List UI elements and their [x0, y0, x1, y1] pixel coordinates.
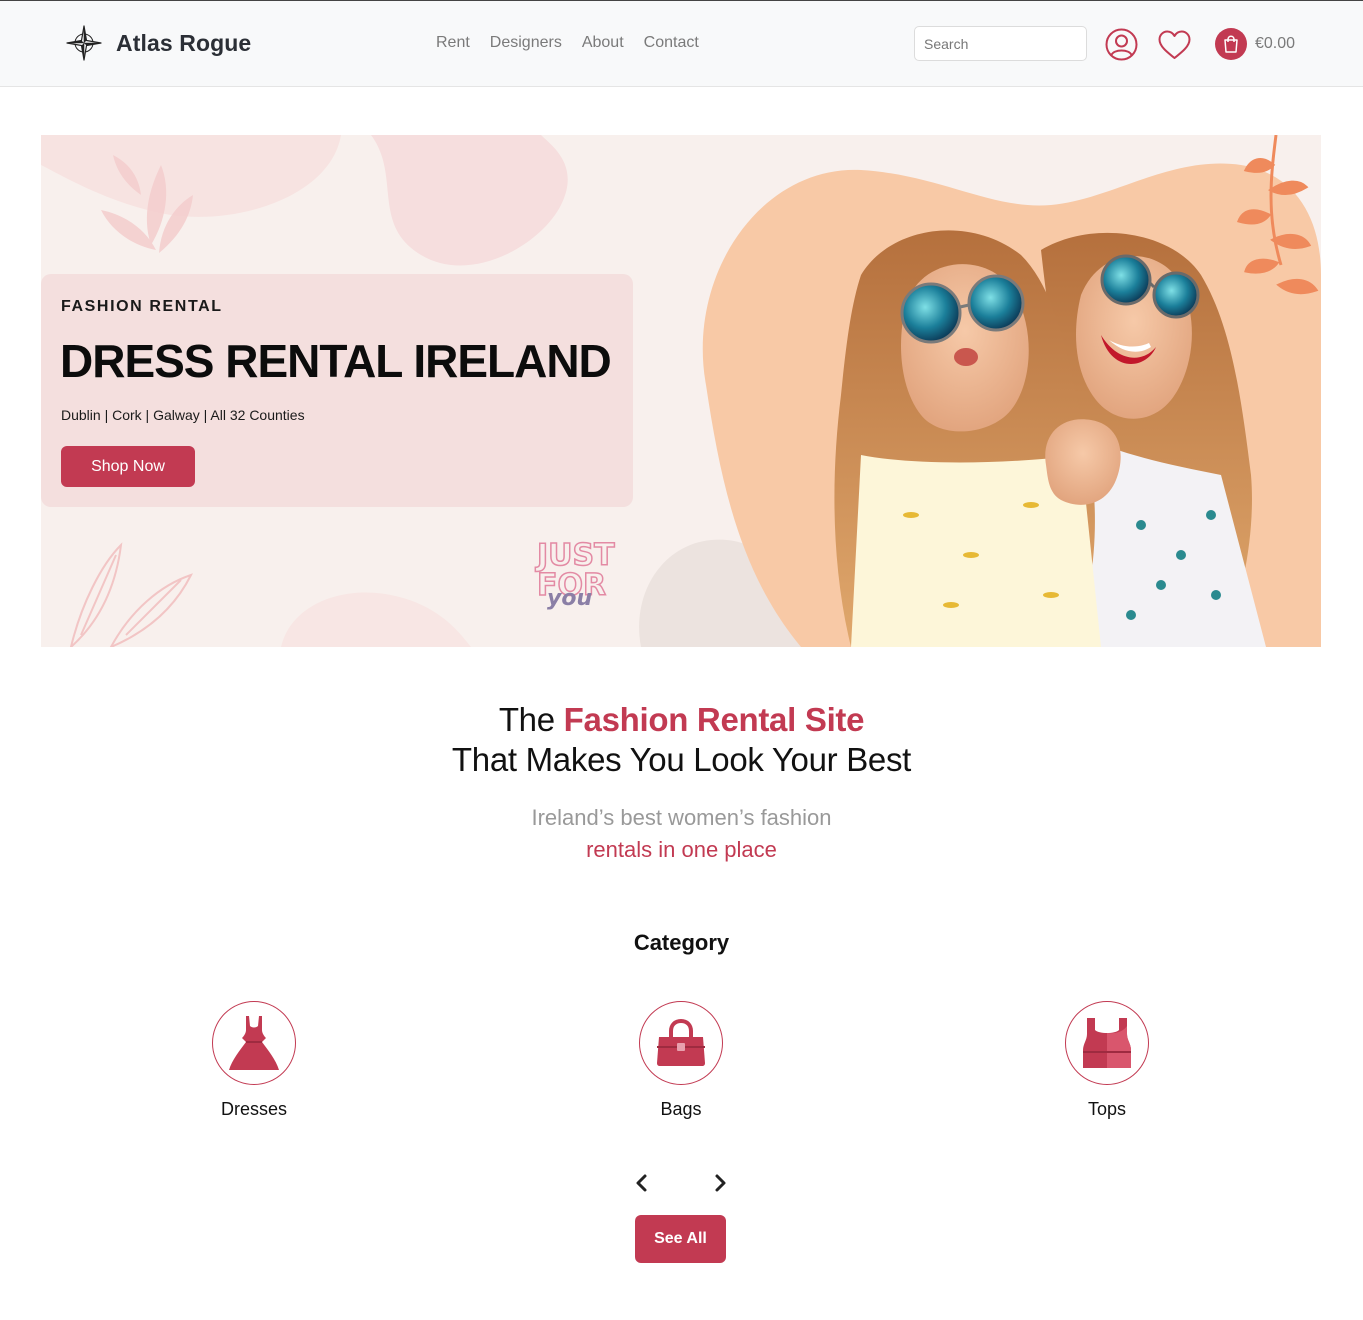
see-all-button[interactable]: See All: [635, 1215, 726, 1263]
tagline-heading: The Fashion Rental Site: [0, 700, 1363, 740]
chevron-left-icon[interactable]: [632, 1172, 652, 1194]
hero-banner: JUST FOR you FASHION RENTAL DRESS RENTAL…: [41, 135, 1321, 647]
nav-link-about[interactable]: About: [582, 33, 624, 53]
tagline-prefix: The: [498, 701, 564, 738]
top-icon: [1065, 1001, 1149, 1085]
hero-eyebrow: FASHION RENTAL: [61, 298, 223, 315]
nav-link-rent[interactable]: Rent: [436, 33, 470, 53]
navbar: Atlas Rogue Rent Designers About Contact…: [0, 0, 1363, 87]
tagline-line2: That Makes You Look Your Best: [451, 741, 912, 778]
shopping-bag-icon: [1215, 28, 1247, 60]
cart-button[interactable]: €0.00: [1215, 28, 1295, 60]
chevron-right-icon[interactable]: [710, 1172, 730, 1194]
svg-text:you: you: [547, 586, 592, 611]
category-label: Dresses: [220, 1099, 287, 1119]
tagline-subtext-accent: rentals in one place: [586, 837, 777, 862]
category-label: Bags: [660, 1099, 702, 1119]
nav-link-designers[interactable]: Designers: [490, 33, 562, 53]
category-heading: Category: [633, 930, 730, 955]
compass-star-icon: [66, 25, 102, 61]
heart-icon[interactable]: [1157, 29, 1192, 61]
nav-link-contact[interactable]: Contact: [644, 33, 699, 53]
cart-total: €0.00: [1255, 35, 1296, 52]
user-icon[interactable]: [1105, 28, 1138, 61]
shop-now-button[interactable]: Shop Now: [61, 446, 195, 487]
dress-icon: [212, 1001, 296, 1085]
handbag-icon: [639, 1001, 723, 1085]
tagline-section: The Fashion Rental Site That Makes You L…: [0, 700, 1363, 866]
category-label: Tops: [1087, 1099, 1127, 1119]
hero-subtitle: Dublin | Cork | Galway | All 32 Counties: [61, 407, 305, 423]
category-tops[interactable]: Tops: [1007, 1001, 1207, 1120]
category-dresses[interactable]: Dresses: [154, 1001, 354, 1120]
main-nav: Rent Designers About Contact: [436, 33, 719, 53]
brand-link[interactable]: Atlas Rogue: [66, 25, 251, 61]
tagline-accent: Fashion Rental Site: [563, 701, 865, 738]
search-input[interactable]: [914, 26, 1087, 61]
hero-card: FASHION RENTAL DRESS RENTAL IRELAND Dubl…: [41, 274, 633, 507]
brand-name: Atlas Rogue: [116, 29, 252, 56]
category-bags[interactable]: Bags: [581, 1001, 781, 1120]
hero-title: DRESS RENTAL IRELAND: [60, 335, 612, 387]
tagline-subtext: Ireland’s best women’s fashion: [531, 805, 832, 830]
